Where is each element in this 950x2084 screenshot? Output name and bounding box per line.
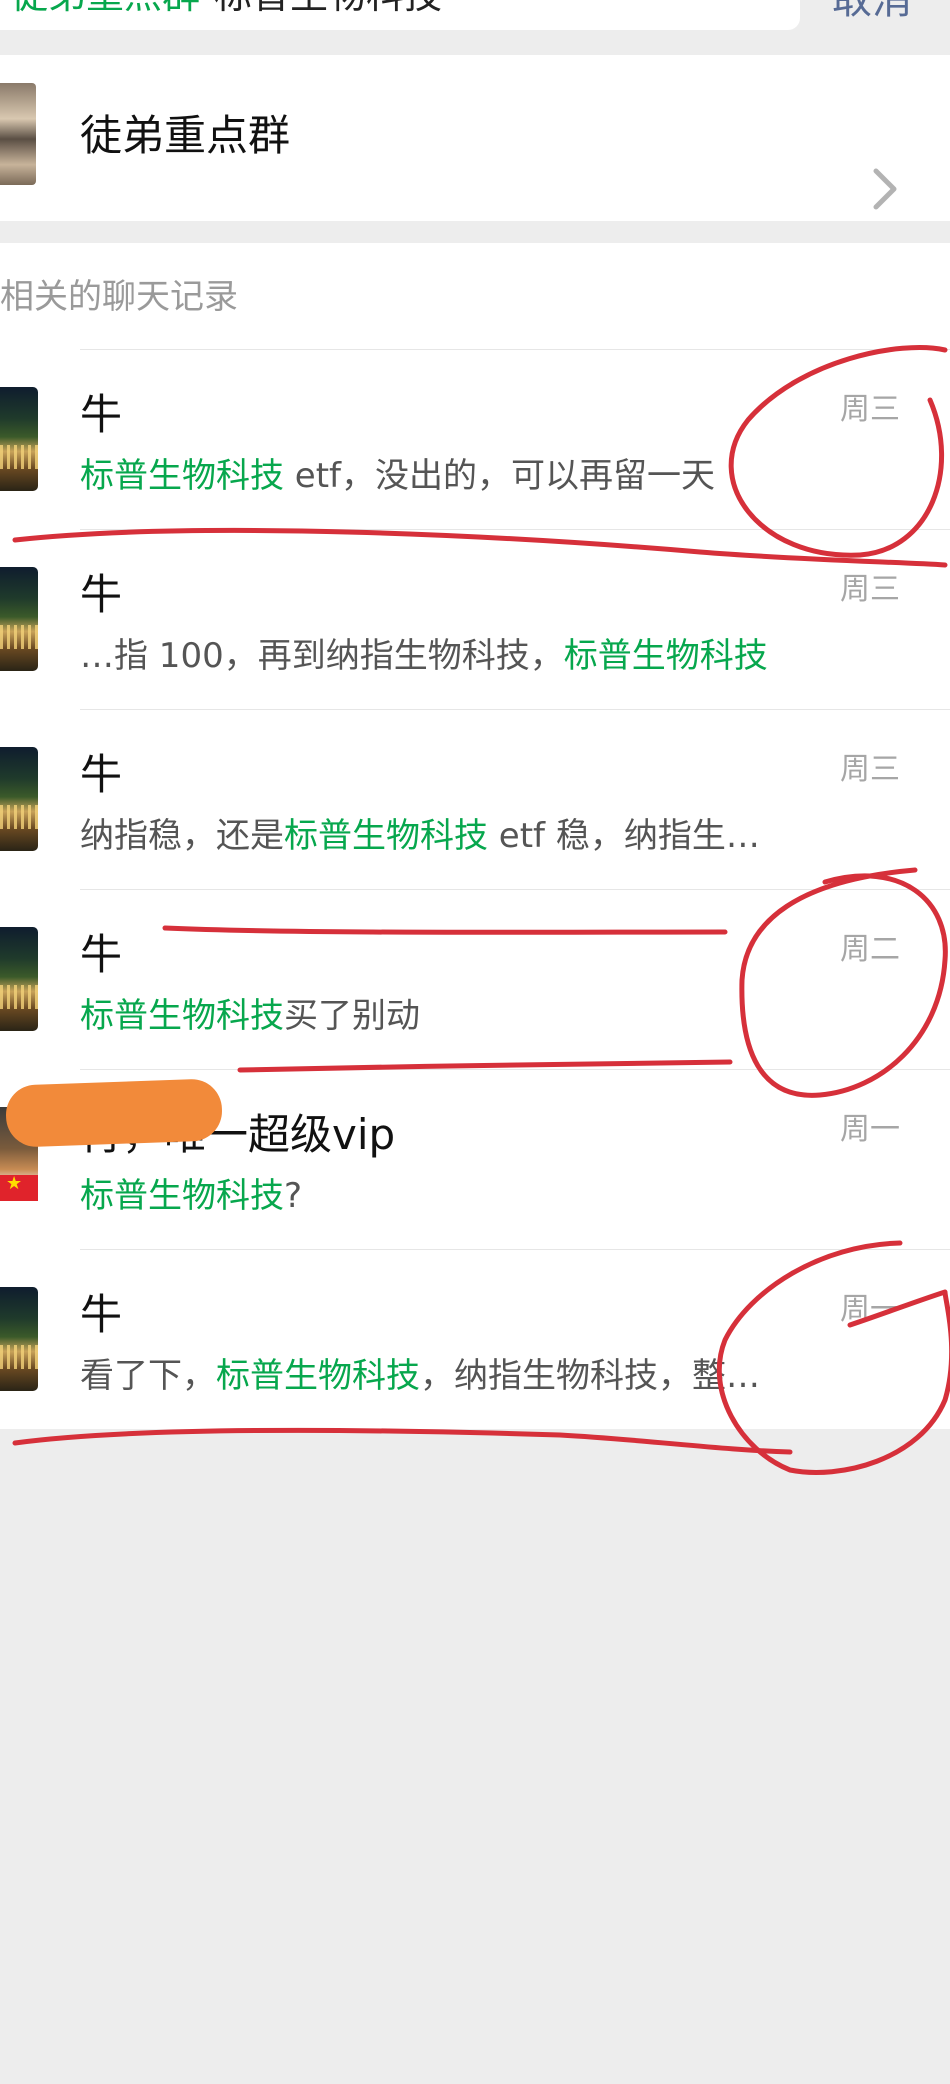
message-time: 周二 <box>840 932 900 967</box>
chat-result-item[interactable]: 牛 周一 看了下，标普生物科技，纳指生物科技，整… <box>0 1249 950 1429</box>
keyword-highlight: 标普生物科技 <box>80 1176 284 1216</box>
divider <box>80 1249 950 1250</box>
sender-name: 牛 <box>80 570 123 619</box>
sender-name: 牛 <box>80 930 123 979</box>
avatar <box>0 567 38 671</box>
keyword-highlight: 标普生物科技 <box>80 996 284 1036</box>
message-time: 周一 <box>840 1292 900 1327</box>
chevron-right-icon <box>873 168 897 210</box>
message-time: 周一 <box>840 1112 900 1147</box>
chat-records-section: 相关的聊天记录 牛 周三 标普生物科技 etf，没出的，可以再留一天 牛 周三 … <box>0 243 950 1429</box>
divider <box>80 1069 950 1070</box>
cancel-button[interactable]: 取消 <box>832 0 912 20</box>
message-time: 周三 <box>840 752 900 787</box>
sender-name: 牛 <box>80 750 123 799</box>
message-snippet: 标普生物科技? <box>80 1176 303 1216</box>
search-scope-tag: 徒弟重点群 <box>10 0 200 17</box>
redaction-mark <box>4 1078 224 1148</box>
section-title: 相关的聊天记录 <box>0 277 238 317</box>
message-snippet: 标普生物科技 etf，没出的，可以再留一天 <box>80 456 716 496</box>
search-input[interactable]: 徒弟重点群标普生物科技 <box>0 0 800 30</box>
message-snippet: 看了下，标普生物科技，纳指生物科技，整… <box>80 1356 760 1396</box>
search-bar: 徒弟重点群标普生物科技 取消 <box>0 0 950 56</box>
search-text: 徒弟重点群标普生物科技 <box>10 0 442 30</box>
group-name: 徒弟重点群 <box>80 111 291 160</box>
keyword-highlight: 标普生物科技 <box>80 456 284 496</box>
keyword-highlight: 标普生物科技 <box>216 1356 420 1396</box>
avatar <box>0 1287 38 1391</box>
sender-name: 牛 <box>80 390 123 439</box>
message-snippet: 纳指稳，还是标普生物科技 etf 稳，纳指生… <box>80 816 760 856</box>
avatar <box>0 387 38 491</box>
chat-result-item[interactable]: 牛 周三 标普生物科技 etf，没出的，可以再留一天 <box>0 349 950 529</box>
divider <box>80 889 950 890</box>
avatar <box>0 747 38 851</box>
message-snippet: 标普生物科技买了别动 <box>80 996 420 1036</box>
china-flag-icon <box>0 1173 38 1201</box>
divider <box>80 709 950 710</box>
chat-result-item[interactable]: 牛 周三 …指 100，再到纳指生物科技，标普生物科技 <box>0 529 950 709</box>
chat-result-item[interactable]: 牛 周二 标普生物科技买了别动 <box>0 889 950 1069</box>
divider <box>80 529 950 530</box>
keyword-highlight: 标普生物科技 <box>563 636 768 676</box>
group-avatar <box>0 83 36 185</box>
annotation-underline <box>12 1427 793 1455</box>
avatar <box>0 927 38 1031</box>
divider <box>80 349 950 350</box>
sender-name: 牛 <box>80 1290 123 1339</box>
message-snippet: …指 100，再到纳指生物科技，标普生物科技 <box>80 636 768 676</box>
chat-result-item[interactable]: 牛 周三 纳指稳，还是标普生物科技 etf 稳，纳指生… <box>0 709 950 889</box>
message-time: 周三 <box>840 572 900 607</box>
group-result[interactable]: 徒弟重点群 <box>0 55 950 221</box>
search-query: 标普生物科技 <box>214 0 442 17</box>
message-time: 周三 <box>840 392 900 427</box>
keyword-highlight: 标普生物科技 <box>284 816 488 856</box>
